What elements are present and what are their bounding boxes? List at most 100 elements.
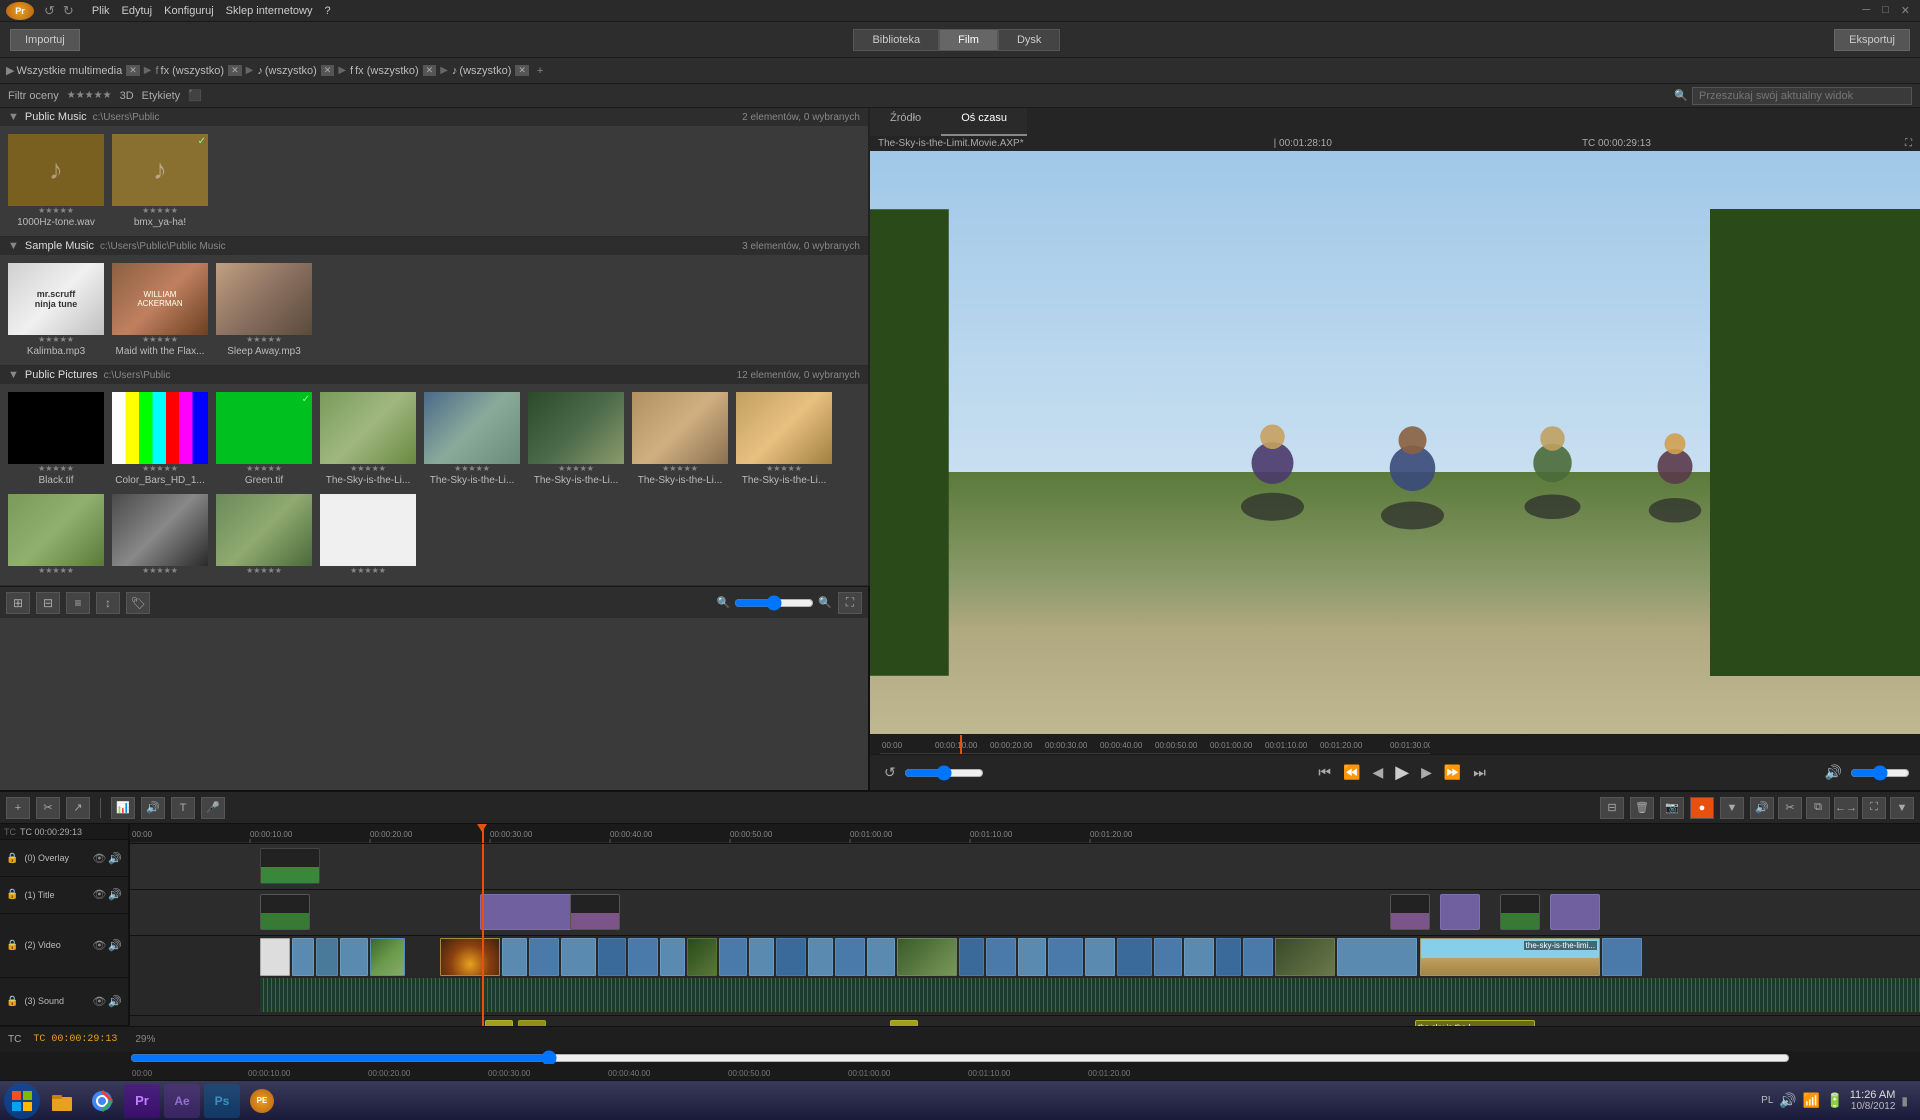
tl-vol-btn[interactable]: 🔊: [1750, 797, 1774, 819]
breadcrumb-all3[interactable]: ♪ (wszystko) ✕: [452, 65, 529, 77]
play-btn[interactable]: ▶: [1391, 760, 1413, 785]
tl-overlay-btn[interactable]: ⧉: [1806, 797, 1830, 819]
list-item[interactable]: ♪ ✓ ★★★★★ bmx_ya-ha!: [110, 132, 210, 230]
clip-video-1[interactable]: [292, 938, 314, 976]
clip-title-0[interactable]: [260, 894, 310, 930]
tab-film[interactable]: Film: [939, 29, 998, 51]
list-item[interactable]: mr.scruffninja tune ★★★★★ Kalimba.mp3: [6, 261, 106, 359]
clip-overlay-0[interactable]: [260, 848, 320, 884]
clip-title-2[interactable]: [570, 894, 620, 930]
menu-help[interactable]: ?: [325, 5, 331, 17]
media-group-header-public-music[interactable]: ▼ Public Music c:\Users\Public 2 element…: [0, 108, 868, 126]
clip-video-28[interactable]: [1216, 938, 1241, 976]
tl-monitor-btn[interactable]: ⊟: [1600, 797, 1624, 819]
list-item[interactable]: ★★★★★: [318, 492, 418, 579]
clip-video-13[interactable]: [719, 938, 747, 976]
clip-video-4[interactable]: [370, 938, 405, 976]
clip-video-17[interactable]: [835, 938, 865, 976]
list-item[interactable]: ★★★★★: [110, 492, 210, 579]
track-lock-icon-2[interactable]: 🔒: [6, 940, 18, 951]
menu-sklep[interactable]: Sklep internetowy: [226, 5, 313, 17]
tab-biblioteka[interactable]: Biblioteka: [853, 29, 939, 51]
list-view-btn[interactable]: ≡: [66, 592, 90, 614]
list-item[interactable]: ♪ ★★★★★ 1000Hz-tone.wav: [6, 132, 106, 230]
track-eye-icon-2[interactable]: 👁: [92, 939, 106, 952]
tl-add-btn[interactable]: +: [6, 797, 30, 819]
track-vol-icon[interactable]: 🔊: [108, 852, 122, 865]
clip-video-3[interactable]: [340, 938, 368, 976]
clip-title-4[interactable]: [1440, 894, 1480, 930]
clip-video-30[interactable]: [1275, 938, 1335, 976]
timeline-scroll-input[interactable]: [130, 1054, 1790, 1062]
search-input[interactable]: [1692, 87, 1912, 105]
clip-video-9[interactable]: [598, 938, 626, 976]
group-arrow-2[interactable]: ▼: [8, 369, 19, 381]
tl-arrow2-btn[interactable]: ▼: [1720, 797, 1744, 819]
track-vol-icon-1[interactable]: 🔊: [108, 888, 122, 901]
tl-more-btn[interactable]: ▼: [1890, 797, 1914, 819]
breadcrumb-fx2[interactable]: f fx (wszystko) ✕: [350, 65, 436, 77]
tl-camera-btn[interactable]: 📷: [1660, 797, 1684, 819]
tag-btn[interactable]: 🏷: [126, 592, 150, 614]
clip-video-11[interactable]: [660, 938, 685, 976]
breadcrumb-all-media[interactable]: ▶ Wszystkie multimedia ✕: [6, 64, 140, 77]
taskbar-ps[interactable]: Ps: [204, 1084, 240, 1118]
list-item[interactable]: ★★★★★: [214, 492, 314, 579]
tl-scissors-btn[interactable]: ✂: [1778, 797, 1802, 819]
list-item[interactable]: ★★★★★ Sleep Away.mp3: [214, 261, 314, 359]
view-icon-btn[interactable]: ⊞: [6, 592, 30, 614]
step-back-btn[interactable]: ⏪: [1339, 762, 1364, 783]
clip-video-21[interactable]: [986, 938, 1016, 976]
tab-source[interactable]: Źródło: [870, 108, 941, 136]
clip-title-5[interactable]: [1500, 894, 1540, 930]
importuj-button[interactable]: Importuj: [10, 29, 80, 51]
fullscreen-btn[interactable]: ⛶: [838, 592, 862, 614]
track-lock-icon-3[interactable]: 🔒: [6, 996, 18, 1007]
clip-sound-2[interactable]: [890, 1020, 918, 1026]
clip-video-6[interactable]: [502, 938, 527, 976]
tl-text-btn[interactable]: T: [171, 797, 195, 819]
track-vol-icon-2[interactable]: 🔊: [108, 939, 122, 952]
list-item[interactable]: ★★★★★ The-Sky-is-the-Li...: [630, 390, 730, 488]
preview-expand-btn[interactable]: ⛶: [1905, 138, 1912, 149]
breadcrumb-close-4[interactable]: ✕: [515, 65, 529, 76]
clip-video-0[interactable]: [260, 938, 290, 976]
clip-video-14[interactable]: [749, 938, 774, 976]
next-frame-btn[interactable]: ▶: [1417, 762, 1436, 783]
list-item[interactable]: ★★★★★ The-Sky-is-the-Li...: [422, 390, 522, 488]
loop-btn[interactable]: ↺: [880, 762, 900, 783]
step-fwd-btn[interactable]: ⏩: [1440, 762, 1465, 783]
zoom-slider[interactable]: [734, 595, 814, 611]
go-start-btn[interactable]: ⏮: [1314, 762, 1335, 783]
clip-sound-1[interactable]: [518, 1020, 546, 1026]
clip-video-15[interactable]: [776, 938, 806, 976]
clip-video-29[interactable]: [1243, 938, 1273, 976]
menu-edytuj[interactable]: Edytuj: [122, 5, 153, 17]
tl-arrow-btn[interactable]: ↗: [66, 797, 90, 819]
go-end-btn[interactable]: ⏭: [1469, 762, 1490, 783]
media-group-header-public-pictures[interactable]: ▼ Public Pictures c:\Users\Public 12 ele…: [0, 366, 868, 384]
menu-konfiguruj[interactable]: Konfiguruj: [164, 5, 214, 17]
clip-video-12[interactable]: [687, 938, 717, 976]
list-item[interactable]: ★★★★★ Color_Bars_HD_1...: [110, 390, 210, 488]
breadcrumb-close-0[interactable]: ✕: [126, 65, 140, 76]
track-vol-icon-3[interactable]: 🔊: [108, 995, 122, 1008]
track-lock-icon[interactable]: 🔒: [6, 853, 18, 864]
maximize-btn[interactable]: □: [1878, 4, 1893, 17]
list-item[interactable]: ★★★★★ The-Sky-is-the-Li...: [526, 390, 626, 488]
tl-mic-btn[interactable]: 🎤: [201, 797, 225, 819]
track-eye-icon-1[interactable]: 👁: [92, 888, 106, 901]
list-item[interactable]: ★★★★★ Black.tif: [6, 390, 106, 488]
clip-video-22[interactable]: [1018, 938, 1046, 976]
clip-video-27[interactable]: [1184, 938, 1214, 976]
clip-video-16[interactable]: [808, 938, 833, 976]
breadcrumb-add[interactable]: +: [537, 65, 543, 77]
filter-etykiety[interactable]: Etykiety: [142, 90, 181, 102]
filter-etykiety-icon[interactable]: ⬛: [188, 89, 202, 102]
grid-view-btn[interactable]: ⊟: [36, 592, 60, 614]
clip-video-25[interactable]: [1117, 938, 1152, 976]
clip-sound-3[interactable]: the-sky-is-the-l...: [1415, 1020, 1535, 1026]
clip-title-6[interactable]: [1550, 894, 1600, 930]
volume-btn[interactable]: 🔊: [1821, 762, 1846, 783]
start-button[interactable]: [4, 1083, 40, 1119]
